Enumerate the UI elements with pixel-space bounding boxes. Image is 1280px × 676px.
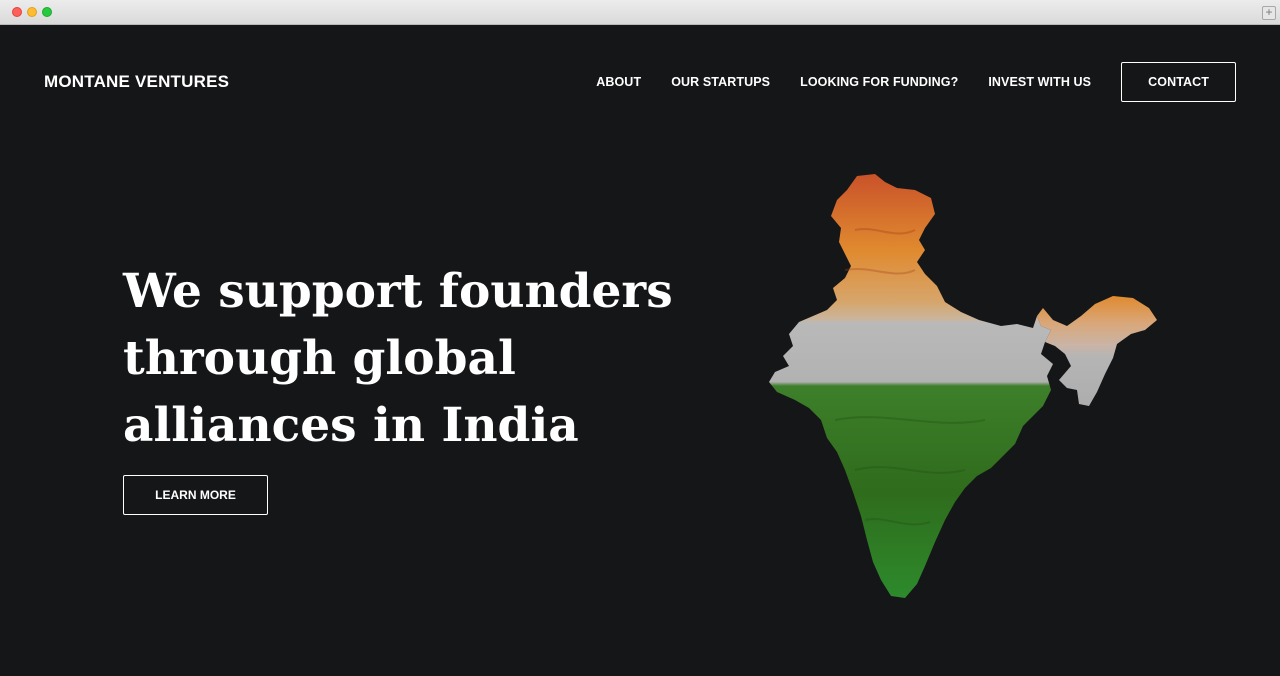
browser-titlebar: +: [0, 0, 1280, 25]
nav-our-startups[interactable]: OUR STARTUPS: [671, 75, 770, 89]
india-map-image: [769, 174, 1157, 598]
minimize-window-button[interactable]: [27, 7, 37, 17]
close-window-button[interactable]: [12, 7, 22, 17]
zoom-window-button[interactable]: [42, 7, 52, 17]
contact-button[interactable]: CONTACT: [1121, 62, 1236, 102]
plus-icon[interactable]: +: [1262, 6, 1276, 20]
brand-logo[interactable]: MONTANE VENTURES: [44, 72, 229, 92]
nav-looking-for-funding[interactable]: LOOKING FOR FUNDING?: [800, 75, 958, 89]
nav-invest-with-us[interactable]: INVEST WITH US: [988, 75, 1091, 89]
nav-about[interactable]: ABOUT: [596, 75, 641, 89]
main-nav: ABOUT OUR STARTUPS LOOKING FOR FUNDING? …: [566, 62, 1236, 102]
hero-title: We support founders through global allia…: [123, 264, 673, 453]
learn-more-button[interactable]: LEARN MORE: [123, 475, 268, 515]
